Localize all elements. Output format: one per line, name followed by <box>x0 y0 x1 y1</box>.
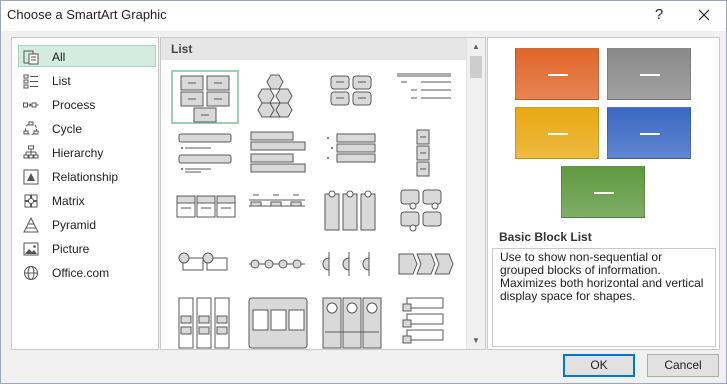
category-matrix[interactable]: Matrix <box>18 189 156 211</box>
layout-name: Basic Block List <box>499 230 592 244</box>
layout-picture-lineup[interactable] <box>319 296 387 349</box>
layout-lined-list-2[interactable] <box>245 186 313 240</box>
layout-thumbnail <box>250 131 306 173</box>
layout-thumbnail <box>324 190 376 231</box>
category-list: All List Process Cycle Hierarchy Relatio… <box>11 37 159 350</box>
layout-thumbnail <box>327 133 376 163</box>
layout-preview <box>488 38 719 223</box>
category-label: Process <box>52 98 96 112</box>
preview-shape-orange <box>515 48 599 100</box>
layout-tab-list[interactable] <box>319 186 387 240</box>
layout-thumbnail <box>178 297 230 349</box>
cycle-icon <box>23 121 39 135</box>
category-label: Office.com <box>52 266 110 280</box>
layout-vertical-box-list[interactable] <box>393 128 461 182</box>
matrix-icon <box>24 194 38 208</box>
layout-vertical-bullet-list[interactable] <box>171 128 239 182</box>
gallery-scrollbar[interactable]: ▲ ▼ <box>466 38 485 349</box>
preview-shape-blue <box>607 107 691 159</box>
category-hierarchy[interactable]: Hierarchy <box>18 141 156 163</box>
help-button[interactable]: ? <box>649 5 669 25</box>
layout-grid-blocks[interactable] <box>319 70 387 124</box>
layout-thumbnail <box>257 74 293 118</box>
layout-thumbnail <box>330 75 372 106</box>
hierarchy-icon <box>23 145 39 159</box>
layout-thumbnail <box>398 253 454 275</box>
layout-gallery: List ▲ ▼ <box>160 37 486 350</box>
layout-picture-caption-list[interactable] <box>393 186 461 240</box>
category-label: All <box>52 50 66 64</box>
close-button[interactable] <box>692 4 716 26</box>
category-label: Picture <box>52 242 90 256</box>
gallery-header-label: List <box>171 42 193 56</box>
layout-thumbnail <box>180 75 230 123</box>
all-layouts-icon <box>23 50 39 65</box>
category-process[interactable]: Process <box>18 93 156 115</box>
preview-shape-gray <box>607 48 691 100</box>
layout-description: Use to show non-sequential or grouped bl… <box>492 248 716 347</box>
layout-circle-text-list[interactable] <box>171 244 239 298</box>
layout-thumbnail <box>178 133 232 173</box>
scroll-down-arrow-icon[interactable]: ▼ <box>467 332 485 349</box>
scroll-up-arrow-icon[interactable]: ▲ <box>467 38 485 55</box>
preview-shape-green <box>561 166 645 218</box>
category-label: Relationship <box>52 170 119 184</box>
close-icon <box>698 9 710 21</box>
picture-icon <box>23 242 39 256</box>
layout-stacked-list[interactable] <box>245 128 313 182</box>
category-label: Matrix <box>52 194 85 208</box>
layout-grouped-list[interactable] <box>245 296 313 349</box>
layout-thumbnail <box>397 73 451 99</box>
preview-pane: Basic Block List Use to show non-sequent… <box>487 37 720 350</box>
category-label: Cycle <box>52 122 83 136</box>
category-label: Pyramid <box>52 218 97 232</box>
layout-thumbnail <box>402 297 444 344</box>
process-icon <box>23 102 39 108</box>
layout-table-list[interactable] <box>319 128 387 182</box>
layout-thumbnail <box>176 195 236 218</box>
category-pyramid[interactable]: Pyramid <box>18 213 156 235</box>
layout-half-circle-list[interactable] <box>319 244 387 298</box>
layout-thumbnail <box>178 252 228 271</box>
gallery-header: List <box>161 38 466 60</box>
category-office-com[interactable]: Office.com <box>18 261 156 283</box>
layout-thumbnail <box>249 194 305 207</box>
layout-thumbnail <box>322 252 370 276</box>
cancel-button[interactable]: Cancel <box>647 354 719 377</box>
scroll-thumb[interactable] <box>470 56 482 78</box>
layout-column-list[interactable] <box>171 296 239 349</box>
category-label: List <box>52 74 71 88</box>
dialog-title: Choose a SmartArt Graphic <box>7 7 167 22</box>
layout-arrow-ribbon-list[interactable] <box>393 244 461 298</box>
preview-shape-gold <box>515 107 599 159</box>
pyramid-icon <box>23 217 39 233</box>
globe-icon <box>24 266 38 280</box>
layout-thumbnail <box>400 189 442 232</box>
layout-vertical-block-list[interactable] <box>393 296 461 349</box>
list-icon <box>23 74 38 89</box>
layout-thumbnail <box>416 129 430 177</box>
category-cycle[interactable]: Cycle <box>18 117 156 139</box>
category-picture[interactable]: Picture <box>18 237 156 259</box>
layout-thumbnail <box>249 259 305 269</box>
relationship-icon <box>23 169 39 185</box>
layout-dot-timeline[interactable] <box>245 244 313 298</box>
category-all[interactable]: All <box>18 45 156 67</box>
category-label: Hierarchy <box>52 146 104 160</box>
smartart-dialog: Choose a SmartArt Graphic ? All List Pro… <box>0 0 727 384</box>
layout-horizontal-bullet-list[interactable] <box>171 186 239 240</box>
ok-button[interactable]: OK <box>563 354 635 377</box>
category-relationship[interactable]: Relationship <box>18 165 156 187</box>
layout-thumbnail <box>248 297 308 349</box>
title-bar: Choose a SmartArt Graphic ? <box>1 1 726 31</box>
category-list-item[interactable]: List <box>18 69 156 91</box>
layout-thumbnail <box>322 297 382 349</box>
layout-basic-block-list[interactable] <box>171 70 239 124</box>
layout-lined-list[interactable] <box>393 70 461 124</box>
layout-hexagon-cluster[interactable] <box>245 70 313 124</box>
